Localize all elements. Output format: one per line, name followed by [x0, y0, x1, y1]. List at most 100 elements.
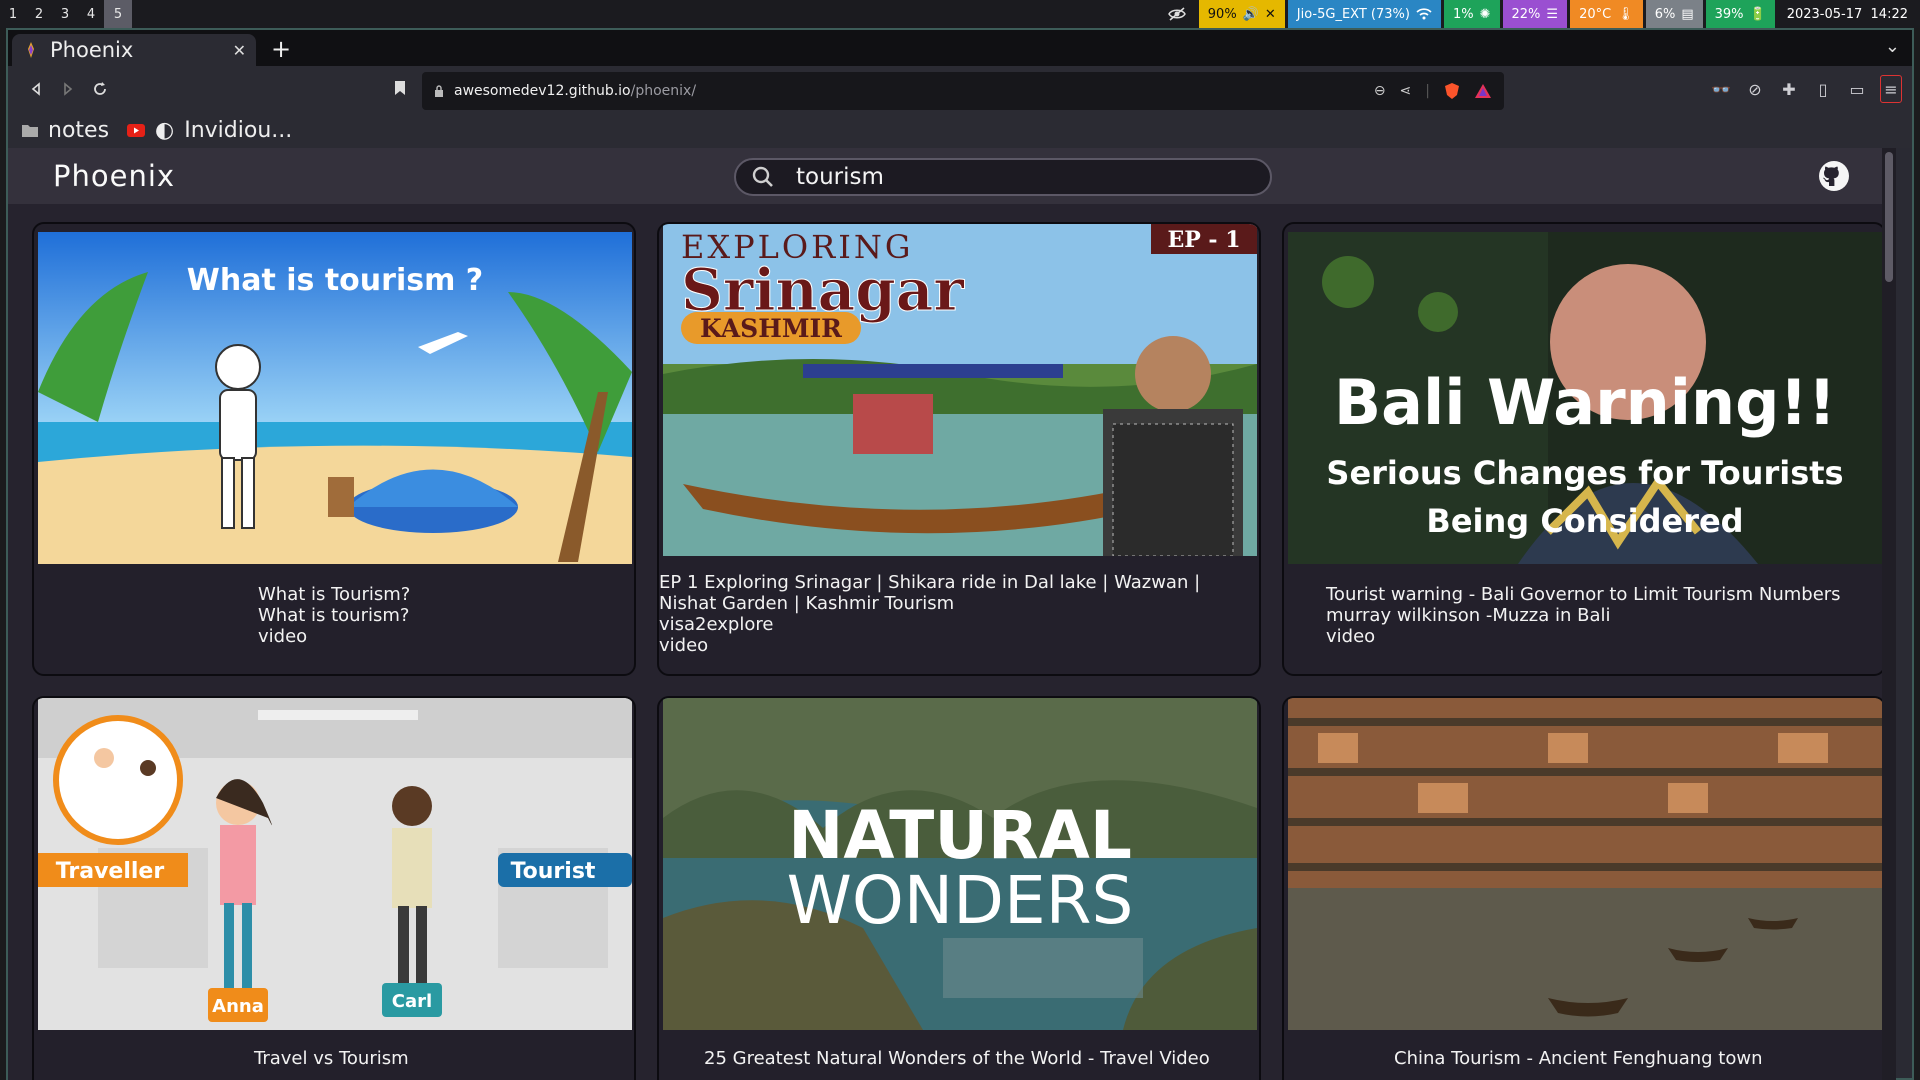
result-title[interactable]: EP 1 Exploring Srinagar | Shikara ride i…	[659, 572, 1219, 614]
tab-phoenix[interactable]: Phoenix ✕	[12, 34, 256, 66]
workspace-2[interactable]: 2	[26, 0, 52, 28]
temperature-indicator: 20°C 🌡	[1570, 0, 1643, 28]
thumbnail-fenghuang-town[interactable]	[1288, 698, 1882, 1030]
cpu-value: 1%	[1452, 6, 1474, 22]
zoom-out-icon[interactable]: ⊖	[1374, 83, 1386, 99]
scrollbar-thumb[interactable]	[1885, 152, 1893, 282]
workspace-1[interactable]: 1	[0, 0, 26, 28]
wifi-indicator[interactable]: Jio-5G_EXT (73%)	[1287, 0, 1441, 28]
eye-off-icon	[1158, 0, 1196, 28]
share-icon[interactable]: ⋖	[1400, 83, 1412, 99]
result-channel[interactable]: What is tourism?	[258, 605, 410, 626]
result-meta: Tourist warning - Bali Governor to Limit…	[1326, 584, 1841, 647]
result-title[interactable]: China Tourism - Ancient Fenghuang town	[1394, 1048, 1763, 1069]
wallet-icon[interactable]: ▭	[1846, 73, 1868, 105]
brave-rewards-icon[interactable]	[1474, 83, 1492, 99]
new-tab-button[interactable]: +	[266, 34, 296, 64]
disk-indicator: 6% ▤	[1645, 0, 1703, 28]
app-logo-title[interactable]: Phoenix	[53, 159, 175, 193]
brave-shields-icon[interactable]	[1444, 82, 1460, 100]
system-status-bar: 1 2 3 4 5 90% 🔊 ✕ Jio-5G_EXT (73%) 1% ✺ …	[0, 0, 1920, 28]
bookmark-folder-notes[interactable]: notes	[22, 118, 109, 143]
memory-icon: ☰	[1546, 6, 1559, 22]
browser-toolbar: awesomedev12.github.io/phoenix/ ⊖ ⋖ | 👓 …	[8, 66, 1912, 112]
tab-strip: Phoenix ✕ + ⌄	[8, 30, 1912, 66]
volume-value: 90%	[1207, 6, 1237, 22]
phoenix-favicon-icon	[28, 42, 34, 58]
bookmark-label-notes: notes	[48, 117, 110, 143]
datetime-value: 2023-05-17 14:22	[1786, 6, 1908, 22]
thumbnail-bali-warning[interactable]: Bali Warning!! Serious Changes for Touri…	[1288, 232, 1882, 564]
bookmark-page-icon[interactable]	[394, 80, 406, 100]
main-menu-icon[interactable]: ≡	[1880, 75, 1902, 103]
result-card[interactable]: EP - 1 EXPLORING Srinagar KASHMIR EP 1 E…	[657, 222, 1261, 676]
result-card[interactable]: NATURAL WONDERS 25 Greatest Natural Wond…	[657, 696, 1261, 1080]
result-meta: What is Tourism? What is tourism? video	[258, 584, 410, 647]
result-title[interactable]: Tourist warning - Bali Governor to Limit…	[1326, 584, 1841, 605]
tab-list-chevron-icon[interactable]: ⌄	[1885, 36, 1900, 57]
bookmark-invidious[interactable]: ◐ Invidiou...	[127, 118, 292, 143]
result-card[interactable]: China Tourism - Ancient Fenghuang town	[1282, 696, 1886, 1080]
memory-value: 22%	[1511, 6, 1541, 22]
private-window-icon[interactable]: 👓	[1710, 73, 1732, 105]
back-icon	[31, 82, 40, 96]
tab-title: Phoenix	[50, 38, 134, 62]
thumb-label-traveller: Traveller	[56, 859, 165, 884]
back-button[interactable]	[20, 73, 52, 105]
app-header: Phoenix	[8, 148, 1896, 204]
workspace-4[interactable]: 4	[78, 0, 104, 28]
battery-charging-icon: 🔋	[1749, 6, 1766, 22]
browser-window: Phoenix ✕ + ⌄ awesomedev12.github.io/pho…	[6, 28, 1914, 1080]
bookmark-label-invidious: Invidiou...	[184, 117, 293, 143]
url-host: awesomedev12.github.io	[454, 83, 631, 99]
mic-muted-icon: ✕	[1264, 6, 1276, 22]
search-input[interactable]	[796, 164, 1236, 190]
page-scrollbar[interactable]	[1882, 148, 1896, 1080]
workspace-3[interactable]: 3	[52, 0, 78, 28]
reload-icon	[94, 82, 106, 95]
bookmarks-bar: notes ◐ Invidiou...	[8, 112, 1912, 148]
thumb-label-anna: Anna	[212, 996, 264, 1017]
thumbnail-natural-wonders[interactable]: NATURAL WONDERS	[663, 698, 1257, 1030]
github-link[interactable]	[1818, 160, 1850, 196]
result-meta: EP 1 Exploring Srinagar | Shikara ride i…	[659, 572, 1219, 656]
compass-icon[interactable]: ⊘	[1744, 73, 1766, 105]
result-title[interactable]: What is Tourism?	[258, 584, 410, 605]
speaker-icon: 🔊	[1242, 6, 1259, 22]
youtube-icon	[127, 123, 146, 137]
folder-icon	[22, 124, 38, 137]
result-meta: China Tourism - Ancient Fenghuang town	[1394, 1048, 1763, 1069]
result-type: video	[1326, 626, 1376, 647]
wifi-icon	[1416, 8, 1432, 20]
reload-button[interactable]	[84, 73, 116, 105]
sidebar-toggle-icon[interactable]: ▯	[1812, 73, 1834, 105]
forward-icon	[64, 82, 73, 96]
page-viewport: Phoenix tourism What is tourism ? What i…	[8, 148, 1896, 1080]
thermometer-icon: 🌡	[1617, 6, 1634, 22]
result-channel[interactable]: murray wilkinson -Muzza in Bali	[1326, 605, 1841, 626]
result-card[interactable]: Bali Warning!! Serious Changes for Touri…	[1282, 222, 1886, 676]
result-type: video	[258, 626, 308, 647]
thumbnail-travel-vs-tourism[interactable]: Traveller Tourist Anna Carl	[38, 698, 632, 1030]
address-bar[interactable]: awesomedev12.github.io/phoenix/ ⊖ ⋖ |	[422, 72, 1504, 110]
thumb-label-tourist: Tourist	[511, 859, 596, 884]
result-title[interactable]: Travel vs Tourism	[254, 1048, 409, 1069]
result-meta: 25 Greatest Natural Wonders of the World…	[704, 1048, 1210, 1069]
result-card[interactable]: Traveller Tourist Anna Carl Travel vs To…	[32, 696, 636, 1080]
search-box[interactable]	[734, 158, 1272, 196]
thumb-headline-2: WONDERS	[787, 862, 1134, 939]
result-channel[interactable]: visa2explore	[659, 614, 1219, 635]
forward-button[interactable]	[52, 73, 84, 105]
thumb-badge: EP - 1	[1167, 227, 1240, 253]
volume-indicator[interactable]: 90% 🔊 ✕	[1198, 0, 1285, 28]
thumb-headline: Bali Warning!!	[1334, 366, 1836, 439]
thumbnail-exploring-srinagar[interactable]: EP - 1 EXPLORING Srinagar KASHMIR	[663, 224, 1257, 556]
close-tab-icon[interactable]: ✕	[233, 41, 246, 60]
lock-icon	[435, 85, 443, 97]
workspace-5-active[interactable]: 5	[104, 0, 132, 28]
wifi-value: Jio-5G_EXT (73%)	[1296, 6, 1410, 22]
result-card[interactable]: What is tourism ? What is Tourism? What …	[32, 222, 636, 676]
extensions-puzzle-icon[interactable]: ✚	[1778, 73, 1800, 105]
result-title[interactable]: 25 Greatest Natural Wonders of the World…	[704, 1048, 1210, 1069]
thumbnail-what-is-tourism[interactable]: What is tourism ?	[38, 232, 632, 564]
